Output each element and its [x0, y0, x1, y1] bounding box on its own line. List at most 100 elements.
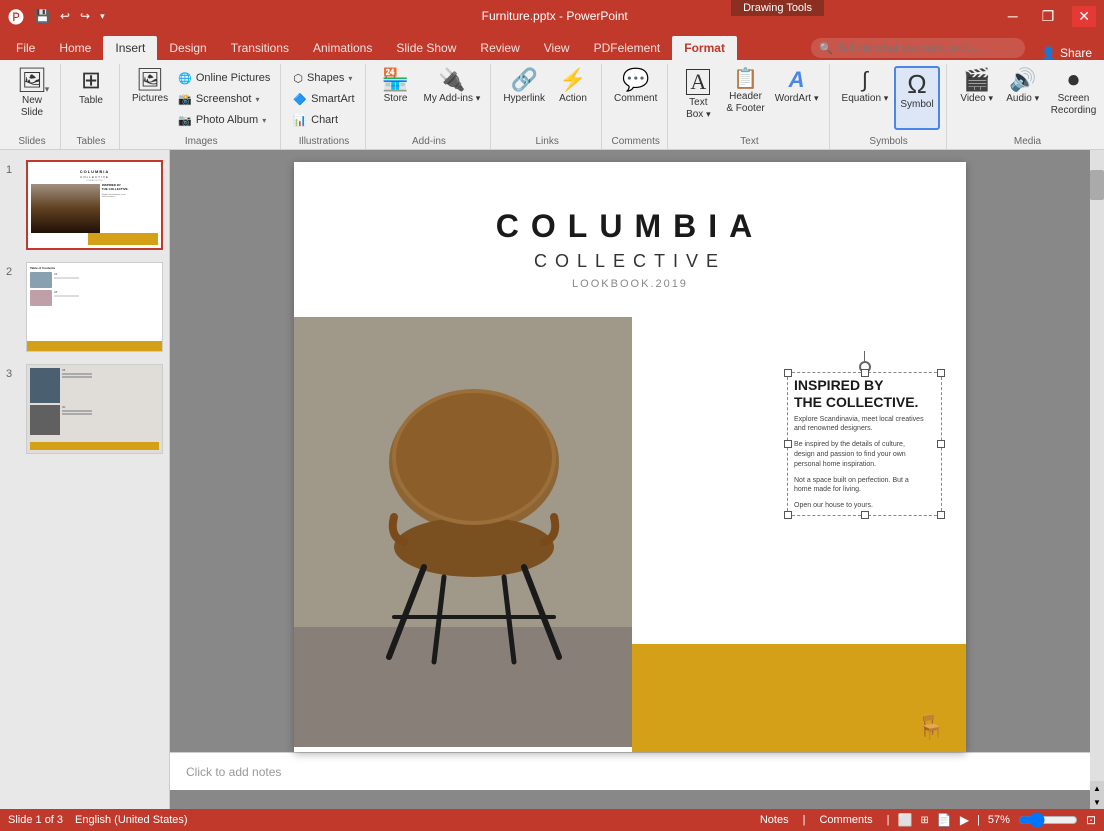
action-btn[interactable]: ⚡ Action — [551, 66, 595, 130]
handle-tm[interactable] — [861, 369, 869, 377]
title-bar-left: 🅟 💾 ↩ ↪ ▾ — [8, 4, 108, 28]
smartart-btn[interactable]: 🔷 SmartArt — [289, 89, 358, 109]
symbol-btn[interactable]: Ω Symbol — [894, 66, 939, 130]
equation-btn[interactable]: ∫ Equation ▾ — [838, 66, 893, 130]
tab-slideshow[interactable]: Slide Show — [384, 36, 468, 60]
handle-ml[interactable] — [784, 440, 792, 448]
wordart-btn[interactable]: A WordArt ▾ — [771, 66, 823, 130]
comment-label: Comment — [614, 93, 657, 105]
text-body-1: Explore Scandinavia, meet local creative… — [794, 415, 935, 435]
notes-bar[interactable]: Click to add notes — [170, 752, 1090, 790]
slide-2-number: 2 — [6, 262, 20, 278]
hyperlink-btn[interactable]: 🔗 Hyperlink — [499, 66, 549, 130]
slide-3-content: 28 30 — [27, 365, 162, 453]
view-normal-icon[interactable]: ⬜ — [898, 813, 913, 827]
tab-file[interactable]: File — [4, 36, 47, 60]
restore-button[interactable]: ❐ — [1036, 6, 1061, 27]
slide-canvas[interactable]: COLUMBIA COLLECTIVE LOOKBOOK.2019 — [294, 162, 966, 752]
customize-quick-access-button[interactable]: ▾ — [97, 9, 108, 24]
comments-status-btn[interactable]: Comments — [813, 813, 878, 827]
action-icon: ⚡ — [559, 69, 586, 91]
photo-album-icon: 📷 — [178, 114, 192, 127]
text-box-selected[interactable]: INSPIRED BYTHE COLLECTIVE. Explore Scand… — [787, 372, 942, 516]
handle-bm[interactable] — [861, 511, 869, 519]
vertical-scrollbar[interactable]: ▲ ▼ — [1090, 150, 1104, 809]
addins-group-items: 🏪 Store 🔌 My Add-ins ▾ — [374, 66, 485, 136]
tab-home[interactable]: Home — [47, 36, 103, 60]
header-footer-btn[interactable]: 📋 Header& Footer — [722, 66, 768, 130]
addins-group-label: Add-ins — [374, 136, 485, 149]
chart-icon: 📊 — [293, 114, 307, 127]
text-box-btn[interactable]: A TextBox ▾ — [676, 66, 720, 130]
screen-recording-btn[interactable]: ⏺ ScreenRecording — [1047, 66, 1101, 130]
quick-access-toolbar: 💾 ↩ ↪ ▾ — [32, 7, 108, 25]
notes-status-btn[interactable]: Notes — [754, 813, 795, 827]
ribbon-group-media: 🎬 Video ▾ 🔊 Audio ▾ ⏺ ScreenRecording Me… — [949, 64, 1104, 149]
minimize-button[interactable]: ─ — [1002, 6, 1024, 26]
share-button[interactable]: 👤 Share — [1033, 46, 1100, 60]
table-btn[interactable]: ⊞ Table — [69, 66, 113, 130]
screenshot-btn[interactable]: 📸 Screenshot ▾ — [174, 89, 274, 109]
store-btn[interactable]: 🏪 Store — [374, 66, 418, 130]
tab-format[interactable]: Format — [672, 36, 737, 60]
status-right: Notes | Comments | ⬜ ⊞ 📄 ▶ | 57% ⊡ — [754, 812, 1096, 828]
comment-btn[interactable]: 💬 Comment — [610, 66, 661, 130]
pictures-icon: 🖼 — [136, 69, 164, 91]
view-slideshow-icon[interactable]: ▶ — [960, 813, 969, 827]
smartart-icon: 🔷 — [293, 93, 307, 106]
handle-tr[interactable] — [937, 369, 945, 377]
online-pictures-btn[interactable]: 🌐 Online Pictures — [174, 68, 274, 88]
view-slide-sorter-icon[interactable]: ⊞ — [920, 815, 928, 826]
shapes-btn[interactable]: ⬡ Shapes ▾ — [289, 68, 358, 88]
my-addins-btn[interactable]: 🔌 My Add-ins ▾ — [420, 66, 485, 130]
audio-btn[interactable]: 🔊 Audio ▾ — [1001, 66, 1045, 130]
scrollbar-thumb-v[interactable] — [1090, 170, 1104, 200]
equation-label: Equation ▾ — [842, 93, 889, 105]
scroll-up-btn[interactable]: ▲ — [1090, 781, 1104, 795]
thumb1-year: LOOKBOOK.2019 — [31, 180, 158, 182]
tab-review[interactable]: Review — [468, 36, 531, 60]
save-button[interactable]: 💾 — [32, 7, 53, 25]
search-input[interactable] — [837, 42, 1017, 54]
handle-mr[interactable] — [937, 440, 945, 448]
view-reading-icon[interactable]: 📄 — [937, 813, 952, 827]
status-bar: Slide 1 of 3 English (United States) Not… — [0, 809, 1104, 831]
zoom-slider[interactable] — [1018, 812, 1078, 828]
thumb1-body: INSPIRED BYTHE COLLECTIVE. Explore Scand… — [31, 184, 158, 233]
handle-tl[interactable] — [784, 369, 792, 377]
photo-album-btn[interactable]: 📷 Photo Album ▾ — [174, 110, 274, 130]
slide-thumb-1[interactable]: 1 COLUMBIA COLLECTIVE LOOKBOOK.2019 INSP… — [4, 158, 165, 252]
audio-label: Audio ▾ — [1006, 93, 1039, 105]
furniture-icon: 🪑 — [916, 713, 946, 742]
chart-btn[interactable]: 📊 Chart — [289, 110, 358, 130]
tab-insert[interactable]: Insert — [103, 36, 157, 60]
pictures-btn[interactable]: 🖼 Pictures — [128, 66, 172, 130]
scroll-down-btn[interactable]: ▼ — [1090, 795, 1104, 809]
tab-transitions[interactable]: Transitions — [219, 36, 301, 60]
redo-button[interactable]: ↪ — [77, 7, 93, 25]
text-heading: INSPIRED BYTHE COLLECTIVE. — [794, 377, 935, 411]
slide-thumb-3[interactable]: 3 28 30 — [4, 362, 165, 456]
comments-group-items: 💬 Comment — [610, 66, 661, 136]
video-btn[interactable]: 🎬 Video ▾ — [955, 66, 999, 130]
tab-view[interactable]: View — [532, 36, 582, 60]
handle-br[interactable] — [937, 511, 945, 519]
new-slide-btn[interactable]: 🖼 ▾ NewSlide — [10, 66, 54, 130]
ribbon-group-slides: 🖼 ▾ NewSlide Slides — [4, 64, 61, 149]
window-controls: ─ ❐ ✕ — [1002, 6, 1096, 27]
text-group-label: Text — [676, 136, 822, 149]
tab-animations[interactable]: Animations — [301, 36, 384, 60]
screen-recording-icon: ⏺ — [1068, 69, 1079, 91]
store-icon: 🏪 — [382, 69, 409, 91]
slide-thumb-2[interactable]: 2 Table of Contents 24 28 — [4, 260, 165, 354]
search-box[interactable]: 🔍 — [811, 38, 1025, 58]
zoom-fit-icon[interactable]: ⊡ — [1086, 813, 1096, 827]
tab-pdfelement[interactable]: PDFelement — [582, 36, 673, 60]
ribbon-group-comments: 💬 Comment Comments — [604, 64, 668, 149]
undo-button[interactable]: ↩ — [57, 7, 73, 25]
handle-bl[interactable] — [784, 511, 792, 519]
text-group-items: A TextBox ▾ 📋 Header& Footer A WordArt ▾ — [676, 66, 822, 136]
media-group-items: 🎬 Video ▾ 🔊 Audio ▾ ⏺ ScreenRecording — [955, 66, 1101, 136]
close-button[interactable]: ✕ — [1072, 6, 1096, 27]
tab-design[interactable]: Design — [157, 36, 218, 60]
